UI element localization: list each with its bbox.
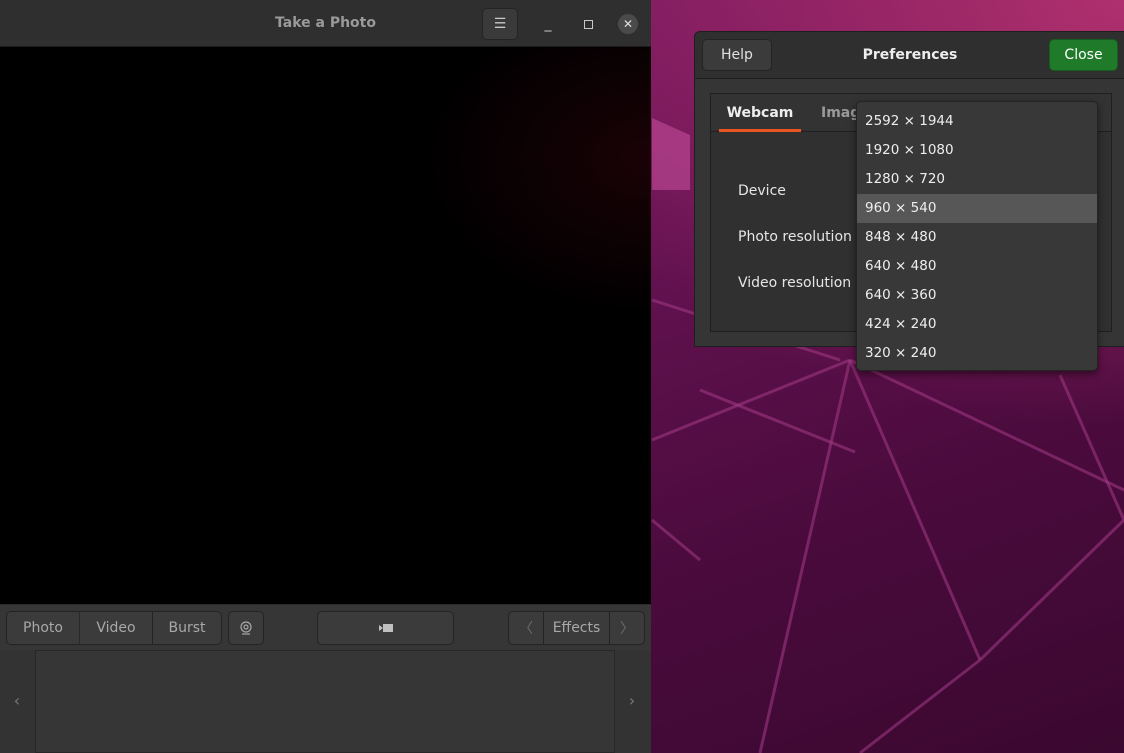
resolution-option[interactable]: 640 × 480	[857, 252, 1097, 281]
close-icon: ✕	[618, 14, 638, 34]
resolution-option[interactable]: 320 × 240	[857, 339, 1097, 368]
camera-preview	[0, 47, 651, 604]
thumbnail-prev-button[interactable]: ‹	[7, 690, 27, 710]
thumbnail-next-button[interactable]: ›	[622, 690, 642, 710]
mode-photo-button[interactable]: Photo	[6, 611, 80, 645]
help-button[interactable]: Help	[702, 39, 772, 71]
maximize-icon	[583, 19, 593, 29]
effects-next-button[interactable]: 〉	[609, 611, 645, 645]
resolution-dropdown: 2592 × 1944 1920 × 1080 1280 × 720 960 ×…	[856, 101, 1098, 371]
capture-button[interactable]	[317, 611, 454, 645]
tab-webcam[interactable]: Webcam	[719, 94, 801, 132]
resolution-option[interactable]: 2592 × 1944	[857, 107, 1097, 136]
dialog-title: Preferences	[862, 47, 958, 63]
close-button[interactable]: Close	[1049, 39, 1118, 71]
camera-header-bar: Take a Photo ☰ _ ✕	[0, 0, 651, 47]
resolution-option[interactable]: 1280 × 720	[857, 165, 1097, 194]
minimize-button[interactable]: _	[532, 8, 564, 40]
chevron-right-icon: ›	[628, 690, 636, 710]
mode-video-button[interactable]: Video	[79, 611, 153, 645]
resolution-option[interactable]: 1920 × 1080	[857, 136, 1097, 165]
resolution-option[interactable]: 848 × 480	[857, 223, 1097, 252]
thumbnail-list[interactable]	[35, 650, 615, 753]
hamburger-menu-icon: ☰	[493, 16, 507, 32]
chevron-left-icon: 〈	[519, 621, 533, 637]
preferences-header-bar: Help Preferences Close	[695, 32, 1124, 79]
effects-button[interactable]: Effects	[543, 611, 610, 645]
resolution-option-selected[interactable]: 960 × 540	[857, 194, 1097, 223]
resolution-option[interactable]: 640 × 360	[857, 281, 1097, 310]
resolution-option[interactable]: 424 × 240	[857, 310, 1097, 339]
chevron-left-icon: ‹	[13, 690, 21, 710]
effects-prev-button[interactable]: 〈	[508, 611, 544, 645]
maximize-button[interactable]	[572, 8, 604, 40]
chevron-right-icon: 〉	[620, 621, 634, 637]
close-window-button[interactable]: ✕	[612, 8, 644, 40]
video-camera-icon	[378, 624, 393, 632]
thumbnail-strip: ‹ ›	[0, 650, 651, 753]
flower-icon	[240, 621, 252, 635]
video-resolution-label: Video resolution	[738, 275, 852, 291]
mode-burst-button[interactable]: Burst	[152, 611, 222, 645]
photo-resolution-label: Photo resolution	[738, 229, 852, 245]
camera-window: Take a Photo ☰ _ ✕ Photo Video Burst 〈 E…	[0, 0, 651, 753]
minimize-icon: _	[544, 16, 552, 32]
menu-button[interactable]: ☰	[482, 8, 518, 40]
device-label: Device	[738, 183, 786, 199]
camera-toolbar: Photo Video Burst 〈 Effects 〉	[0, 604, 651, 650]
effects-toggle-button[interactable]	[228, 611, 264, 645]
